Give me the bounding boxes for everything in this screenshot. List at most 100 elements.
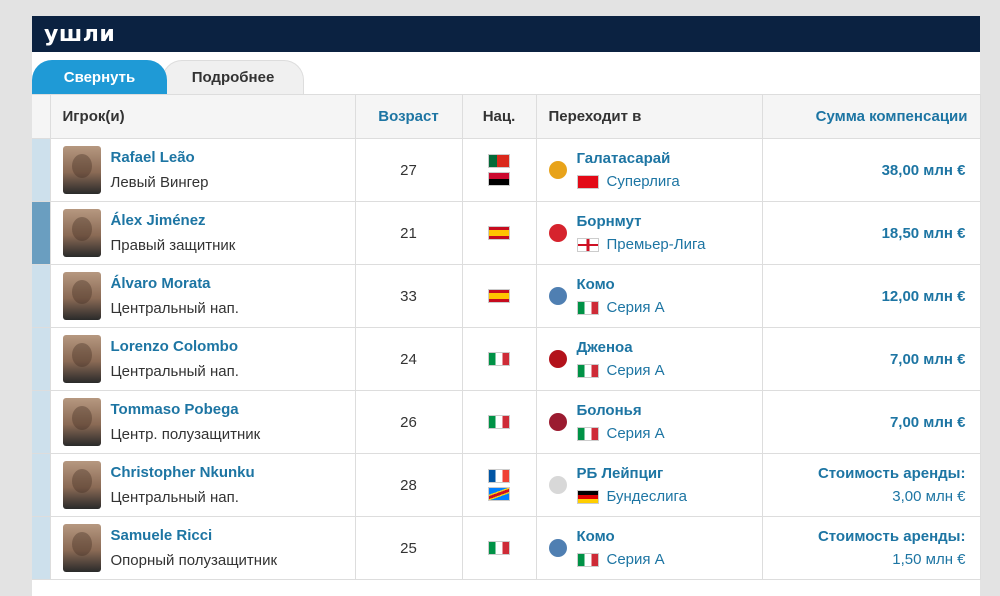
col-header-fee[interactable]: Сумма компенсации xyxy=(762,94,981,139)
destination-cell: Галатасарай Суперлига xyxy=(536,138,763,202)
fee-link[interactable]: Стоимость аренды: xyxy=(764,462,966,485)
club-name-link[interactable]: РБ Лейпциг xyxy=(577,462,688,485)
italy-flag-icon xyxy=(576,426,599,441)
club-name-link[interactable]: Комо xyxy=(577,525,665,548)
player-position: Центральный нап. xyxy=(110,489,239,506)
table-row: Rafael Leão Левый Вингер 27 Галатасарай … xyxy=(32,138,981,202)
row-strip xyxy=(32,138,51,202)
player-cell: Tommaso Pobega Центр. полузащитник xyxy=(50,390,356,454)
destination-cell: РБ Лейпциг Бундеслига xyxy=(536,453,763,517)
league-line: Премьер-Лига xyxy=(576,233,706,256)
fee-link[interactable]: 38,00 млн € xyxy=(764,159,966,182)
league-name-link[interactable]: Серия А xyxy=(607,422,665,445)
fee-cell: Стоимость аренды: 3,00 млн € xyxy=(762,453,981,517)
club-crest-icon[interactable] xyxy=(548,224,567,242)
destination-cell: Комо Серия А xyxy=(536,516,763,580)
player-photo[interactable] xyxy=(62,398,101,446)
destination-cell: Болонья Серия А xyxy=(536,390,763,454)
col-header-nat: Нац. xyxy=(462,94,537,139)
tab-details[interactable]: Подробнее xyxy=(162,60,304,94)
table-row: Tommaso Pobega Центр. полузащитник 26 Бо… xyxy=(32,390,981,454)
league-name-link[interactable]: Серия А xyxy=(607,548,665,571)
destination-cell: Комо Серия А xyxy=(536,264,763,328)
fee-link[interactable]: 7,00 млн € xyxy=(764,348,966,371)
transfers-out-box: ушли Подробнее Свернуть Игрок(и) Возраст… xyxy=(32,16,981,596)
club-name-link[interactable]: Болонья xyxy=(577,399,665,422)
section-header: ушли xyxy=(32,16,980,52)
player-name-link[interactable]: Tommaso Pobega xyxy=(111,397,261,422)
table-row: Álvaro Morata Центральный нап. 33 Комо С… xyxy=(32,264,981,328)
player-name-link[interactable]: Rafael Leão xyxy=(111,145,209,170)
portugal-flag-icon xyxy=(488,154,510,168)
league-line: Серия А xyxy=(576,548,665,571)
player-age: 25 xyxy=(355,516,463,580)
club-name-link[interactable]: Галатасарай xyxy=(577,147,680,170)
league-name-link[interactable]: Серия А xyxy=(607,359,665,382)
player-photo[interactable] xyxy=(62,146,101,194)
club-crest-icon[interactable] xyxy=(548,161,567,179)
player-position: Левый Вингер xyxy=(110,174,209,191)
club-name-link[interactable]: Борнмут xyxy=(577,210,706,233)
col-header-player: Игрок(и) xyxy=(50,94,356,139)
club-crest-icon[interactable] xyxy=(548,413,567,431)
row-strip xyxy=(32,264,51,328)
club-crest-icon[interactable] xyxy=(548,539,567,557)
nationality-cell xyxy=(462,138,537,202)
player-age: 28 xyxy=(355,453,463,517)
club-crest-icon[interactable] xyxy=(548,476,567,494)
player-name-link[interactable]: Christopher Nkunku xyxy=(111,460,255,485)
player-photo[interactable] xyxy=(62,524,101,572)
club-crest-icon[interactable] xyxy=(548,287,567,305)
player-name-link[interactable]: Álvaro Morata xyxy=(111,271,239,296)
row-strip xyxy=(32,327,51,391)
italy-flag-icon xyxy=(576,363,599,378)
player-name-link[interactable]: Lorenzo Colombo xyxy=(111,334,239,359)
row-strip xyxy=(32,390,51,454)
player-name-link[interactable]: Álex Jiménez xyxy=(111,208,236,233)
league-name-link[interactable]: Суперлига xyxy=(607,170,680,193)
fee-link[interactable]: 12,00 млн € xyxy=(764,285,966,308)
col-header-age[interactable]: Возраст xyxy=(355,94,463,139)
tab-collapse[interactable]: Свернуть xyxy=(32,60,167,94)
dr-congo-flag-icon xyxy=(488,487,510,501)
player-photo[interactable] xyxy=(62,209,101,257)
player-position: Опорный полузащитник xyxy=(110,552,278,569)
spain-flag-icon xyxy=(488,226,510,240)
club-name-link[interactable]: Дженоа xyxy=(577,336,665,359)
italy-flag-icon xyxy=(488,541,510,555)
spain-flag-icon xyxy=(488,289,510,303)
player-name-link[interactable]: Samuele Ricci xyxy=(111,523,278,548)
destination-cell: Дженоа Серия А xyxy=(536,327,763,391)
fee-cell: 7,00 млн € xyxy=(762,390,981,454)
player-photo[interactable] xyxy=(62,335,101,383)
player-cell: Álex Jiménez Правый защитник xyxy=(50,201,356,265)
fee-link[interactable]: 18,50 млн € xyxy=(764,222,966,245)
section-title: ушли xyxy=(44,21,116,47)
player-cell: Lorenzo Colombo Центральный нап. xyxy=(50,327,356,391)
nationality-cell xyxy=(462,516,537,580)
league-name-link[interactable]: Бундеслига xyxy=(607,485,688,508)
fee-link[interactable]: 7,00 млн € xyxy=(764,411,966,434)
player-cell: Samuele Ricci Опорный полузащитник xyxy=(50,516,356,580)
club-crest-icon[interactable] xyxy=(548,350,567,368)
player-position: Правый защитник xyxy=(110,237,236,254)
player-photo[interactable] xyxy=(62,272,101,320)
league-line: Серия А xyxy=(576,422,665,445)
table-row: Christopher Nkunku Центральный нап. 28 Р… xyxy=(32,453,981,517)
fee-cell: 18,50 млн € xyxy=(762,201,981,265)
league-name-link[interactable]: Премьер-Лига xyxy=(607,233,706,256)
fee-cell: 7,00 млн € xyxy=(762,327,981,391)
player-age: 27 xyxy=(355,138,463,202)
fee-cell: 38,00 млн € xyxy=(762,138,981,202)
table-row: Lorenzo Colombo Центральный нап. 24 Джен… xyxy=(32,327,981,391)
player-photo[interactable] xyxy=(62,461,101,509)
league-name-link[interactable]: Серия А xyxy=(607,296,665,319)
player-position: Центральный нап. xyxy=(110,363,239,380)
league-line: Суперлига xyxy=(576,170,680,193)
italy-flag-icon xyxy=(576,300,599,315)
loan-fee-amount: 3,00 млн € xyxy=(892,488,966,505)
tab-bar: Подробнее Свернуть xyxy=(32,52,980,94)
fee-link[interactable]: Стоимость аренды: xyxy=(764,525,966,548)
club-name-link[interactable]: Комо xyxy=(577,273,665,296)
turkey-flag-icon xyxy=(576,174,599,189)
